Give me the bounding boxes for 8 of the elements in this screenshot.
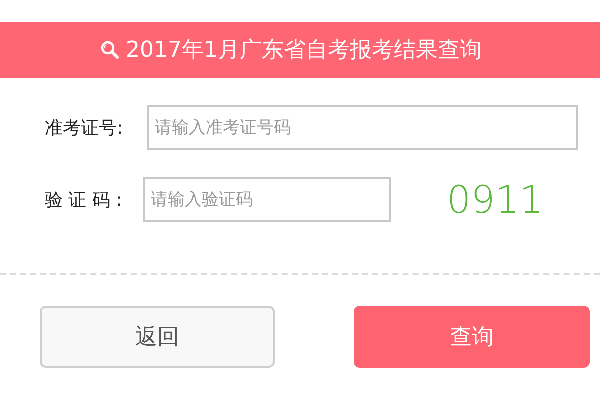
field-label: 准考证号: (45, 116, 124, 140)
ticket-number-field[interactable]: 请输入准考证号码 (147, 105, 578, 150)
captcha-code: 0911 (447, 178, 544, 222)
back-button[interactable]: 返回 (40, 306, 275, 368)
field-label: 验 证 码 : (45, 188, 124, 212)
search-icon (100, 40, 120, 60)
captcha-field[interactable]: 请输入验证码 (143, 177, 391, 222)
header-title: 2017年1月广东省自考报考结果查询 (126, 37, 482, 65)
